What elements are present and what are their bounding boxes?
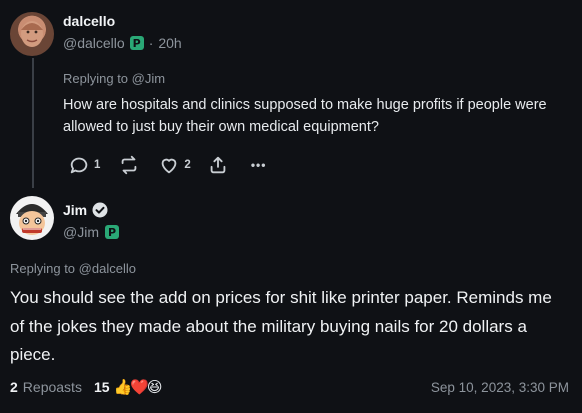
author-name-dalcello[interactable]: dalcello — [63, 13, 115, 29]
like-button[interactable]: 2 — [158, 154, 191, 176]
comment-button[interactable]: 1 — [68, 154, 100, 176]
replying-to-prefix: Replying to — [10, 261, 76, 276]
comment-count: 1 — [94, 159, 101, 171]
p-badge-icon: P — [104, 225, 119, 239]
replying-to-handle[interactable]: @Jim — [132, 71, 165, 86]
avatar-dalcello[interactable] — [10, 12, 54, 56]
main-replying-to-line: Replying to @dalcello — [10, 261, 136, 276]
repost-label[interactable]: Repoasts — [23, 379, 82, 395]
post-time[interactable]: 20h — [158, 35, 181, 51]
replying-to-handle[interactable]: @dalcello — [79, 261, 136, 276]
p-badge-icon: P — [129, 36, 144, 50]
reaction-count[interactable]: 15 — [94, 379, 110, 395]
reply-post-text: How are hospitals and clinics supposed t… — [63, 97, 547, 135]
reaction-emojis[interactable]: 👍❤️😆 — [114, 378, 163, 396]
author-name-jim[interactable]: Jim — [63, 202, 87, 218]
main-post-text: You should see the add on prices for shi… — [10, 288, 552, 364]
time-separator: · — [148, 35, 154, 51]
repost-count[interactable]: 2 — [10, 379, 18, 395]
author-handle-jim[interactable]: @Jim — [63, 224, 99, 240]
avatar-image — [21, 21, 43, 47]
more-options-button[interactable]: ••• — [251, 158, 267, 172]
replying-to-prefix: Replying to — [63, 71, 129, 86]
like-count: 2 — [184, 159, 191, 171]
more-icon: ••• — [250, 158, 267, 172]
comment-icon — [70, 157, 88, 174]
thread-connector — [32, 58, 34, 188]
reply-action-bar: 1 2 ••• — [68, 154, 266, 176]
replying-to-line: Replying to @Jim — [63, 71, 165, 86]
main-author-line: Jim — [63, 202, 108, 218]
avatar-jim[interactable] — [10, 196, 54, 240]
author-meta: @dalcello P · 20h — [63, 35, 182, 51]
share-button[interactable] — [207, 154, 229, 176]
author-handle-dalcello[interactable]: @dalcello — [63, 35, 125, 51]
main-author-meta: @Jim P — [63, 224, 119, 240]
heart-icon — [162, 158, 177, 174]
share-icon — [210, 156, 226, 174]
avatar-image — [16, 204, 48, 235]
post-timestamp[interactable]: Sep 10, 2023, 3:30 PM — [431, 380, 569, 395]
repost-button[interactable] — [118, 154, 140, 176]
post-stats: 2 Repoasts 15 👍❤️😆 — [10, 378, 163, 396]
verified-icon — [92, 202, 108, 218]
repost-icon — [122, 155, 137, 175]
